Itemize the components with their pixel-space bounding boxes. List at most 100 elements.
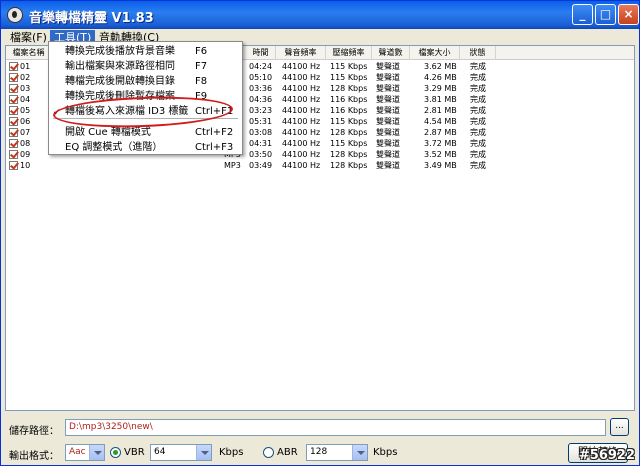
vbr-label: VBR [124, 447, 145, 458]
cell-name: 10 [20, 161, 31, 170]
cell-size: 3.81 MB [424, 95, 457, 104]
cell-time: 04:31 [249, 139, 273, 148]
cell-size: 3.52 MB [424, 150, 457, 159]
cell-time: 03:23 [249, 106, 273, 115]
chevron-down-icon[interactable] [196, 445, 211, 460]
tools-menu-item[interactable]: 開啟 Cue 轉檔模式 Ctrl+F2 [49, 125, 242, 140]
tools-menu-item[interactable]: 轉換完成後播放背景音樂 F6 [49, 44, 242, 59]
cell-time: 05:31 [249, 117, 273, 126]
cell-channels: 雙聲道 [376, 117, 400, 126]
menu-item-shortcut: F9 [195, 91, 208, 102]
cell-name: 07 [20, 128, 31, 137]
col-status[interactable]: 狀態 [460, 46, 496, 60]
chevron-down-icon[interactable] [89, 445, 104, 460]
cell-size: 3.62 MB [424, 62, 457, 71]
abr-value: 128 [310, 447, 328, 457]
cell-time: 04:24 [249, 62, 273, 71]
cell-status: 完成 [470, 84, 486, 93]
cell-name: 03 [20, 84, 31, 93]
cell-status: 完成 [470, 161, 486, 170]
cell-freq: 44100 Hz [282, 95, 321, 104]
row-checkbox[interactable] [9, 84, 18, 93]
tools-menu-item[interactable]: 轉換完成後刪除暫存檔案 F9 [49, 89, 242, 104]
menu-item-label: EQ 調整模式（進階） [65, 142, 163, 153]
row-checkbox[interactable] [9, 117, 18, 126]
row-checkbox[interactable] [9, 62, 18, 71]
cell-freq: 44100 Hz [282, 161, 321, 170]
table-row[interactable]: 10 MP3 03:49 44100 Hz 128 Kbps 雙聲道 3.49 MB 完成 [6, 160, 634, 171]
cell-bitrate: 115 Kbps [330, 62, 368, 71]
row-checkbox[interactable] [9, 128, 18, 137]
row-checkbox[interactable] [9, 150, 18, 159]
menu-item-label: 開啟 Cue 轉檔模式 [65, 127, 151, 138]
cell-channels: 雙聲道 [376, 106, 400, 115]
close-button[interactable]: × [618, 4, 639, 25]
cell-name: 01 [20, 62, 31, 71]
cell-time: 03:08 [249, 128, 273, 137]
tools-menu-item[interactable]: EQ 調整模式（進階） Ctrl+F3 [49, 140, 242, 155]
title-bar[interactable]: 音樂轉檔精靈 V1.83 _ □ × [1, 1, 639, 29]
cell-freq: 44100 Hz [282, 128, 321, 137]
vbr-radio[interactable] [110, 447, 121, 458]
abr-select[interactable]: 128 [306, 444, 368, 461]
col-sample-rate[interactable]: 聲音頻率 [276, 46, 326, 60]
minimize-button[interactable]: _ [572, 4, 593, 25]
cell-bitrate: 128 Kbps [330, 150, 368, 159]
maximize-button[interactable]: □ [595, 4, 616, 25]
menu-item-label: 轉換完成後刪除暫存檔案 [65, 91, 175, 102]
vbr-unit-label: Kbps [219, 447, 244, 458]
cell-name: 08 [20, 139, 31, 148]
window-title: 音樂轉檔精靈 V1.83 [29, 11, 154, 26]
menu-separator [53, 118, 238, 119]
format-select[interactable]: Aac [65, 444, 105, 461]
cell-freq: 44100 Hz [282, 73, 321, 82]
cell-name: 04 [20, 95, 31, 104]
cell-channels: 雙聲道 [376, 161, 400, 170]
save-path-input[interactable]: D:\mp3\3250\new\ [65, 419, 606, 436]
cell-bitrate: 115 Kbps [330, 73, 368, 82]
menu-item-shortcut: Ctrl+F2 [195, 127, 234, 138]
row-checkbox[interactable] [9, 73, 18, 82]
abr-unit-label: Kbps [373, 447, 398, 458]
menu-item-shortcut: F8 [195, 76, 208, 87]
row-checkbox[interactable] [9, 161, 18, 170]
cell-time: 03:49 [249, 161, 273, 170]
tools-menu-item[interactable]: 轉檔完成後開啟轉換目錄 F8 [49, 74, 242, 89]
row-checkbox[interactable] [9, 139, 18, 148]
row-checkbox[interactable] [9, 106, 18, 115]
tools-menu-item[interactable]: ✔ 轉檔後寫入來源檔 ID3 標籤 Ctrl+F1 [49, 104, 242, 119]
browse-button[interactable]: ... [610, 418, 629, 436]
vbr-select[interactable]: 64 [150, 444, 212, 461]
cell-bitrate: 115 Kbps [330, 117, 368, 126]
col-time[interactable]: 時間 [246, 46, 276, 60]
cell-time: 03:50 [249, 150, 273, 159]
col-bitrate[interactable]: 壓縮頻率 [326, 46, 372, 60]
cell-name: 02 [20, 73, 31, 82]
cell-format: MP3 [224, 161, 241, 170]
cell-size: 3.29 MB [424, 84, 457, 93]
cell-channels: 雙聲道 [376, 62, 400, 71]
col-filename[interactable]: 檔案名稱 [6, 46, 52, 60]
save-path-label: 儲存路徑： [9, 426, 59, 437]
row-checkbox[interactable] [9, 95, 18, 104]
output-format-label: 輸出格式： [9, 451, 59, 462]
cell-name: 09 [20, 150, 31, 159]
cell-size: 4.26 MB [424, 73, 457, 82]
abr-radio[interactable] [263, 447, 274, 458]
cell-freq: 44100 Hz [282, 106, 321, 115]
cell-size: 2.87 MB [424, 128, 457, 137]
cell-time: 05:10 [249, 73, 273, 82]
app-window: 音樂轉檔精靈 V1.83 _ □ × 檔案(F) 工具(T) 音軌轉換(C) 檔… [0, 0, 640, 466]
menu-item-label: 轉換完成後播放背景音樂 [65, 46, 175, 57]
col-filesize[interactable]: 檔案大小 [410, 46, 460, 60]
cell-size: 4.54 MB [424, 117, 457, 126]
cell-size: 3.49 MB [424, 161, 457, 170]
col-channels[interactable]: 聲道數 [372, 46, 410, 60]
menu-item-label: 轉檔後寫入來源檔 ID3 標籤 [65, 106, 189, 117]
tools-menu-item[interactable]: 輸出檔案與來源路徑相同 F7 [49, 59, 242, 74]
cell-channels: 雙聲道 [376, 84, 400, 93]
chevron-down-icon[interactable] [352, 445, 367, 460]
cell-bitrate: 128 Kbps [330, 161, 368, 170]
menu-item-label: 輸出檔案與來源路徑相同 [65, 61, 175, 72]
menu-file[interactable]: 檔案(F) [6, 30, 51, 46]
